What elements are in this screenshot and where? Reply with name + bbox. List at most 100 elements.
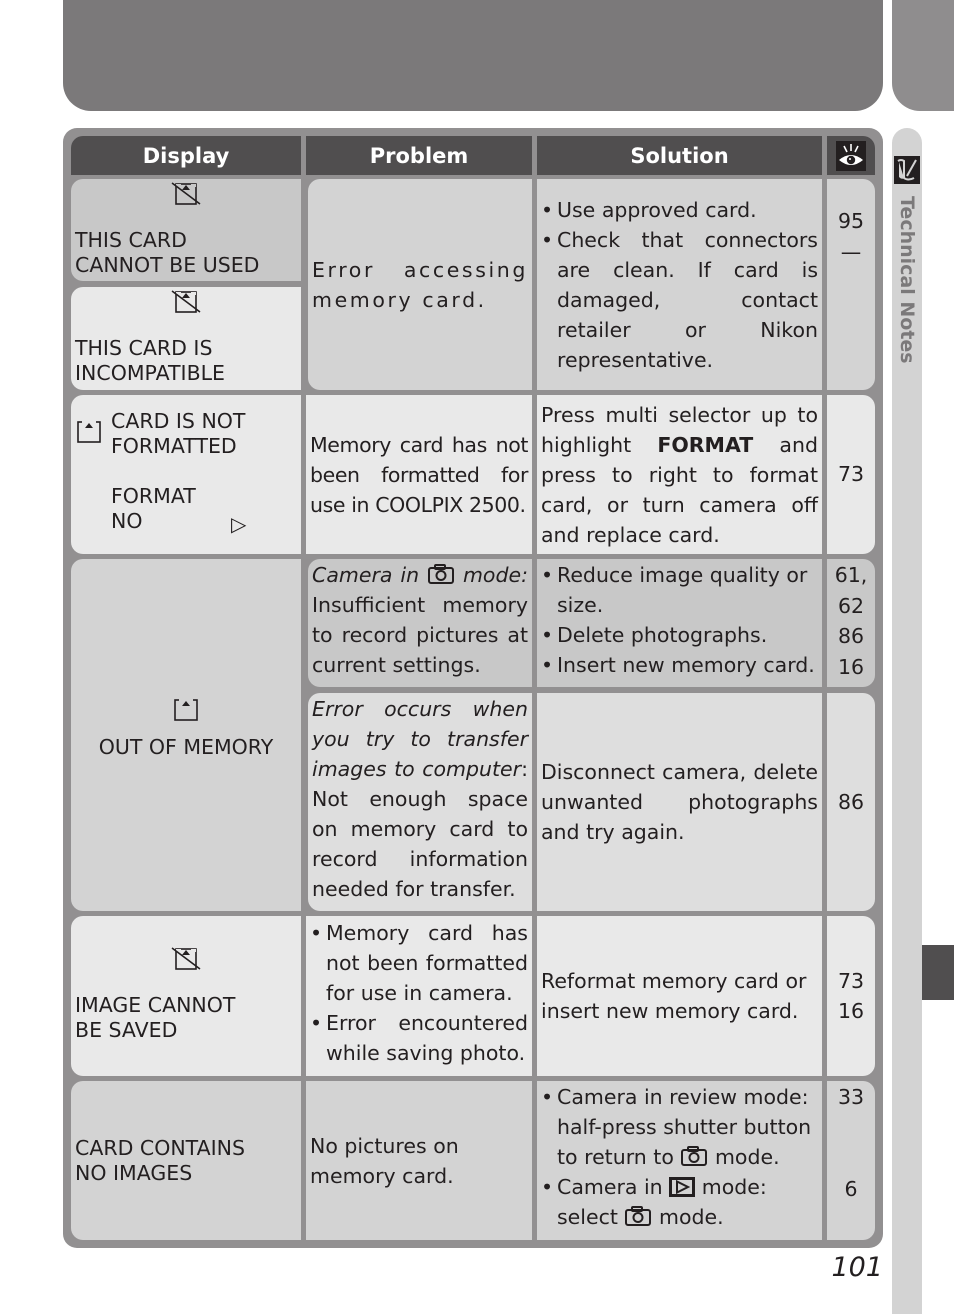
page-ref-link[interactable]: 86	[831, 787, 871, 818]
section-title-vertical: Technical Notes	[894, 196, 920, 376]
problem-text: Camera in mode: Insufficient memory to r…	[312, 560, 528, 680]
bullet-icon: •	[541, 653, 554, 677]
display-message-line: FORMATTED	[111, 434, 237, 458]
bullet-icon: •	[541, 563, 554, 587]
page-ref-link[interactable]: 86	[831, 621, 871, 652]
display-cell: CARD CONTAINS NO IMAGES	[71, 1081, 301, 1240]
page-ref-cell: 33 6	[827, 1081, 875, 1240]
solution-text: Press multi selector up to highlight FOR…	[541, 400, 818, 550]
solution-text: Reduce image quality or size.	[557, 563, 808, 617]
menu-keyword: FORMAT	[657, 432, 754, 457]
display-message-line: NO IMAGES	[75, 1160, 193, 1185]
right-arrow-icon: ▷	[231, 512, 247, 536]
eye-icon	[836, 140, 866, 171]
problem-bullet: • Memory card has not been formatted for …	[310, 918, 528, 1008]
problem-text-italic: mode:	[462, 563, 528, 587]
display-message-line: CARD IS NOT	[111, 409, 246, 433]
solution-cell: • Reduce image quality or size. • Delete p…	[537, 559, 822, 687]
problem-text: Memory card has not been formatted for u…	[326, 921, 528, 1005]
page-ref-cell: 95 —	[827, 179, 875, 390]
page-ref-link[interactable]: 16	[831, 996, 871, 1027]
solution-text: Reformat memory card or insert new memor…	[541, 969, 807, 1023]
header-band	[63, 0, 883, 111]
bullet-icon: •	[541, 623, 554, 647]
display-cell: THIS CARD IS INCOMPATIBLE	[71, 287, 301, 390]
display-message-line: BE SAVED	[75, 1018, 178, 1042]
problem-text-italic: Error occurs when you try to transfer im…	[312, 697, 528, 781]
page-number: 101	[831, 1252, 883, 1283]
header-tab	[892, 0, 954, 111]
display-message-line: THIS CARD	[75, 228, 187, 252]
solution-bullet: • Camera in review mode: half-press shutt…	[541, 1082, 818, 1172]
page-ref-link[interactable]: 61,	[831, 560, 871, 591]
problem-text-italic: Camera in	[312, 563, 420, 587]
display-message-line: CARD CONTAINS	[75, 1135, 246, 1160]
display-message-line: INCOMPATIBLE	[75, 361, 226, 385]
solution-text: Disconnect camera, delete unwanted photo…	[541, 760, 818, 844]
solution-bullet: • Use approved card.	[541, 195, 818, 225]
display-cell: IMAGE CANNOT BE SAVED	[71, 916, 301, 1076]
column-header-display-label: Display	[142, 143, 230, 168]
page-ref-link[interactable]: 62	[831, 591, 871, 622]
playback-icon	[669, 1177, 696, 1197]
solution-bullet: • Delete photographs.	[541, 620, 818, 650]
bullet-icon: •	[310, 1011, 323, 1035]
display-message: OUT OF MEMORY	[98, 735, 274, 759]
column-header-problem-label: Problem	[369, 143, 469, 168]
problem-cell: • Memory card has not been formatted for …	[306, 916, 532, 1076]
camera-icon	[428, 564, 455, 584]
page-ref-link[interactable]: 73	[831, 966, 871, 997]
solution-bullet: • Insert new memory card.	[541, 650, 818, 680]
problem-cell: Error occurs when you try to transfer im…	[308, 693, 532, 911]
card-error-icon	[171, 947, 201, 970]
column-header-solution-label: Solution	[630, 143, 729, 168]
display-message-line: IMAGE CANNOT	[75, 993, 236, 1017]
bullet-icon: •	[541, 1175, 554, 1199]
bullet-icon: •	[541, 227, 554, 252]
page-ref-cell: 61, 62 86 16	[827, 559, 875, 687]
solution-text: Insert new memory card.	[557, 653, 815, 677]
solution-bullet: • Reduce image quality or size.	[541, 560, 818, 620]
card-icon	[77, 420, 101, 443]
problem-text: Memory card has not been formatted for u…	[310, 432, 528, 517]
column-header-problem: Problem	[306, 136, 532, 175]
problem-cell: Error accessing memory card.	[308, 179, 532, 390]
section-tab-marker[interactable]	[922, 945, 954, 1000]
problem-cell: Memory card has not been formatted for u…	[306, 395, 532, 554]
page-ref-link[interactable]: 6	[831, 1174, 871, 1205]
problem-text: Error occurs when you try to transfer im…	[312, 697, 528, 901]
pencil-note-icon	[894, 156, 920, 184]
page-ref-link[interactable]: 16	[831, 652, 871, 683]
solution-text: Use approved card.	[557, 197, 757, 222]
page-ref-cell: 86	[827, 693, 875, 911]
card-error-icon	[171, 180, 201, 205]
solution-text: Camera in review mode: half-press shutte…	[557, 1082, 818, 1172]
solution-cell: Reformat memory card or insert new memor…	[537, 916, 822, 1076]
solution-text-part: mode.	[714, 1145, 780, 1169]
solution-text: Delete photographs.	[557, 623, 768, 647]
solution-cell: • Use approved card. • Check that connecto…	[537, 179, 822, 390]
camera-icon	[681, 1146, 708, 1166]
solution-bullet: • Camera in mode: select mode.	[541, 1172, 818, 1232]
display-message-line: CANNOT BE USED	[75, 253, 260, 277]
camera-icon	[625, 1206, 652, 1226]
solution-text-part: mode.	[658, 1205, 724, 1229]
bullet-icon: •	[541, 197, 554, 222]
page-ref-link[interactable]: 95	[831, 206, 871, 237]
page-ref-link[interactable]: 33	[831, 1082, 871, 1113]
bullet-icon: •	[541, 1085, 554, 1109]
section-title: Technical Notes	[896, 196, 918, 364]
problem-text: No pictures on memory card.	[310, 1133, 459, 1188]
problem-text-body: Not enough space on memory card to recor…	[312, 787, 528, 901]
card-icon	[174, 698, 198, 721]
menu-option-no: NO	[111, 509, 143, 533]
column-header-page	[827, 136, 875, 175]
page-ref-cell: 73	[827, 395, 875, 554]
display-cell: THIS CARD CANNOT BE USED	[71, 179, 301, 281]
solution-text: Camera in mode: select mode.	[557, 1172, 818, 1232]
page-ref-link[interactable]: 73	[831, 459, 871, 490]
page-ref-link: —	[840, 239, 862, 264]
problem-cell: Camera in mode: Insufficient memory to r…	[308, 559, 532, 687]
display-message-line: THIS CARD IS	[75, 336, 213, 360]
problem-text: Error accessing memory card.	[312, 257, 528, 312]
